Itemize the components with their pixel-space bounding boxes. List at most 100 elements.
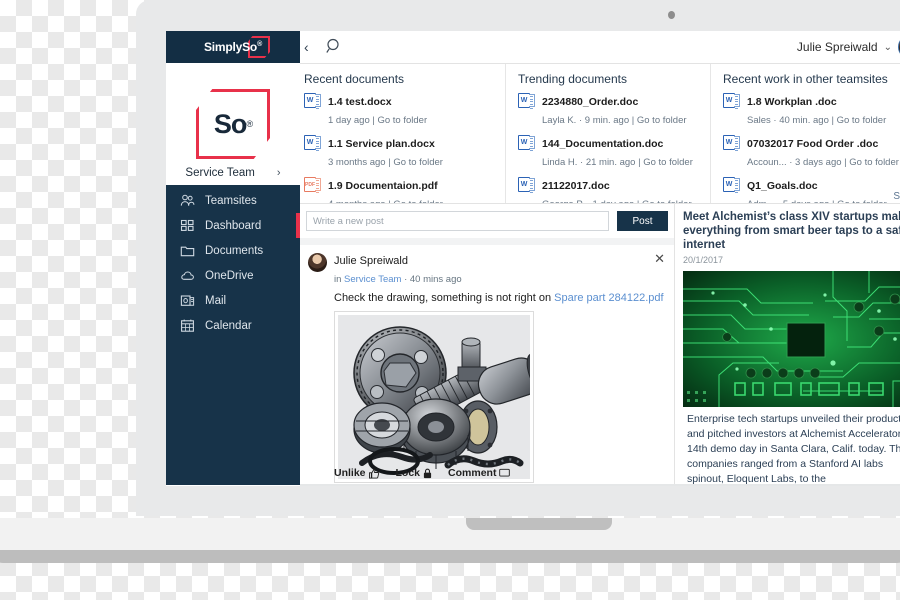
post-file-link[interactable]: Spare part 284122.pdf bbox=[554, 292, 663, 304]
document-name: 1.8 Workplan .doc bbox=[747, 96, 837, 108]
cloud-icon bbox=[180, 268, 195, 283]
sidebar-item-dashboard[interactable]: Dashboard bbox=[166, 213, 300, 238]
search-bar[interactable] bbox=[326, 37, 746, 59]
avatar[interactable] bbox=[308, 253, 327, 272]
top-bar: SimplySo® ‹ Julie Spreiwald ⌄ bbox=[166, 31, 900, 63]
document-row[interactable]: W 1.1 Service plan.docx 3 months ago | G… bbox=[304, 134, 505, 170]
sidebar-item-teamsites[interactable]: Teamsites bbox=[166, 188, 300, 213]
sidebar-item-label: Teamsites bbox=[205, 195, 257, 207]
word-document-icon: W bbox=[304, 135, 321, 154]
recent-documents-column: Recent documents W 1.4 test.docx 1 day a… bbox=[300, 64, 505, 203]
sidebar-item-label: Documents bbox=[205, 245, 263, 257]
unlike-label: Unlike bbox=[334, 467, 366, 479]
screen-content: SimplySo® ‹ Julie Spreiwald ⌄ So® Servic… bbox=[166, 31, 900, 486]
new-post-input[interactable] bbox=[306, 211, 609, 231]
sidebar-item-documents[interactable]: Documents bbox=[166, 238, 300, 263]
sidebar-nav: Teamsites Dashboard Documents OneDrive bbox=[166, 185, 300, 485]
sidebar-item-label: Calendar bbox=[205, 320, 252, 332]
word-document-icon: W bbox=[723, 177, 740, 196]
comment-label: Comment bbox=[448, 467, 496, 479]
chevron-right-icon[interactable]: › bbox=[277, 167, 281, 179]
documents-strip: Recent documents W 1.4 test.docx 1 day a… bbox=[300, 64, 900, 203]
column-heading: Recent work in other teamsites ⌃ bbox=[723, 72, 900, 86]
post-actions: Unlike Lock Comment bbox=[334, 467, 510, 479]
feed-bottom-divider bbox=[300, 484, 900, 486]
document-name: 21122017.doc bbox=[542, 180, 610, 192]
post-button[interactable]: Post bbox=[617, 211, 668, 231]
document-meta[interactable]: Accoun... · 3 days ago | Go to folder bbox=[747, 157, 899, 168]
user-menu[interactable]: Julie Spreiwald ⌄ bbox=[797, 35, 900, 59]
post-composer: Post bbox=[300, 204, 674, 238]
site-hexagon-logo-icon: So® bbox=[196, 89, 270, 159]
sidebar-item-mail[interactable]: Mail bbox=[166, 288, 300, 313]
post-text: Check the drawing, something is not righ… bbox=[334, 292, 666, 304]
lock-button[interactable]: Lock bbox=[396, 467, 433, 479]
post-subtitle: in Service Team · 40 mins ago bbox=[334, 274, 462, 285]
chevron-down-icon[interactable]: ⌄ bbox=[884, 42, 892, 53]
news-title[interactable]: Meet Alchemist’s class XIV startups maki… bbox=[683, 210, 900, 252]
document-row[interactable]: W 07032017 Food Order .doc Accoun... · 3… bbox=[723, 134, 900, 170]
feed-post: Julie Spreiwald in Service Team · 40 min… bbox=[300, 245, 674, 483]
activity-feed: Post Julie Spreiwald in Service Team · 4… bbox=[300, 204, 674, 486]
comment-button[interactable]: Comment bbox=[448, 467, 510, 479]
brand-logo[interactable]: SimplySo® bbox=[166, 31, 300, 63]
column-heading-label: Recent documents bbox=[304, 72, 404, 86]
document-name: Q1_Goals.doc bbox=[747, 180, 818, 192]
site-logo-block: So® Service Team › bbox=[166, 63, 300, 185]
news-body-text: Enterprise tech startups unveiled their … bbox=[683, 412, 900, 486]
pdf-document-icon: PDF bbox=[304, 177, 321, 196]
document-meta[interactable]: Linda H. · 21 min. ago | Go to folder bbox=[542, 157, 693, 168]
unlike-button[interactable]: Unlike bbox=[334, 467, 380, 479]
grid-icon bbox=[180, 218, 195, 233]
lock-icon bbox=[423, 468, 432, 479]
post-attachment-image[interactable] bbox=[334, 311, 534, 483]
search-input[interactable] bbox=[354, 37, 734, 57]
news-date: 20/1/2017 bbox=[683, 255, 900, 265]
trending-documents-column: Trending documents W 2234880_Order.doc L… bbox=[505, 64, 710, 203]
site-switcher[interactable]: Service Team › bbox=[166, 167, 300, 179]
brand-name: SimplySo® bbox=[204, 40, 262, 54]
document-name: 144_Documentation.doc bbox=[542, 138, 663, 150]
document-row[interactable]: W 1.8 Workplan .doc Sales · 40 min. ago … bbox=[723, 92, 900, 128]
calendar-icon bbox=[180, 318, 195, 333]
sidebar: So® Service Team › Teamsites Dashboard bbox=[166, 63, 300, 486]
word-document-icon: W bbox=[723, 135, 740, 154]
post-teamsite-link[interactable]: Service Team bbox=[344, 274, 401, 285]
see-all-link[interactable]: See all bbox=[893, 191, 900, 202]
document-name: 07032017 Food Order .doc bbox=[747, 138, 878, 150]
word-document-icon: W bbox=[518, 177, 535, 196]
site-name-label: Service Team bbox=[185, 167, 254, 179]
feed-divider bbox=[300, 238, 674, 245]
folder-icon bbox=[180, 243, 195, 258]
column-heading: Trending documents bbox=[518, 72, 710, 86]
document-meta[interactable]: 1 day ago | Go to folder bbox=[328, 115, 427, 126]
lock-label: Lock bbox=[396, 467, 421, 479]
brand-registered-mark: ® bbox=[257, 41, 262, 48]
post-timestamp: 40 mins ago bbox=[410, 274, 462, 285]
document-meta[interactable]: 3 months ago | Go to folder bbox=[328, 157, 443, 168]
word-document-icon: W bbox=[304, 93, 321, 112]
other-teamsites-column: Recent work in other teamsites ⌃ W 1.8 W… bbox=[710, 64, 900, 203]
people-icon bbox=[180, 193, 195, 208]
document-name: 1.9 Documentaion.pdf bbox=[328, 180, 438, 192]
sidebar-item-onedrive[interactable]: OneDrive bbox=[166, 263, 300, 288]
document-meta[interactable]: Layla K. · 9 min. ago | Go to folder bbox=[542, 115, 687, 126]
document-row[interactable]: W 2234880_Order.doc Layla K. · 9 min. ag… bbox=[518, 92, 710, 128]
document-meta[interactable]: Sales · 40 min. ago | Go to folder bbox=[747, 115, 886, 126]
document-name: 1.4 test.docx bbox=[328, 96, 392, 108]
collapse-sidebar-button[interactable]: ‹ bbox=[304, 40, 309, 54]
comment-icon bbox=[499, 468, 510, 478]
sidebar-item-label: OneDrive bbox=[205, 270, 254, 282]
word-document-icon: W bbox=[518, 135, 535, 154]
sidebar-item-calendar[interactable]: Calendar bbox=[166, 313, 300, 338]
green-circuit-board-photo bbox=[683, 271, 900, 407]
document-name: 2234880_Order.doc bbox=[542, 96, 638, 108]
document-row[interactable]: W 1.4 test.docx 1 day ago | Go to folder bbox=[304, 92, 505, 128]
laptop-base-notch bbox=[466, 518, 612, 530]
close-icon[interactable]: ✕ bbox=[654, 252, 665, 265]
word-document-icon: W bbox=[723, 93, 740, 112]
document-name: 1.1 Service plan.docx bbox=[328, 138, 435, 150]
document-row[interactable]: W 144_Documentation.doc Linda H. · 21 mi… bbox=[518, 134, 710, 170]
column-heading: Recent documents bbox=[304, 72, 505, 86]
sidebar-item-label: Dashboard bbox=[205, 220, 261, 232]
